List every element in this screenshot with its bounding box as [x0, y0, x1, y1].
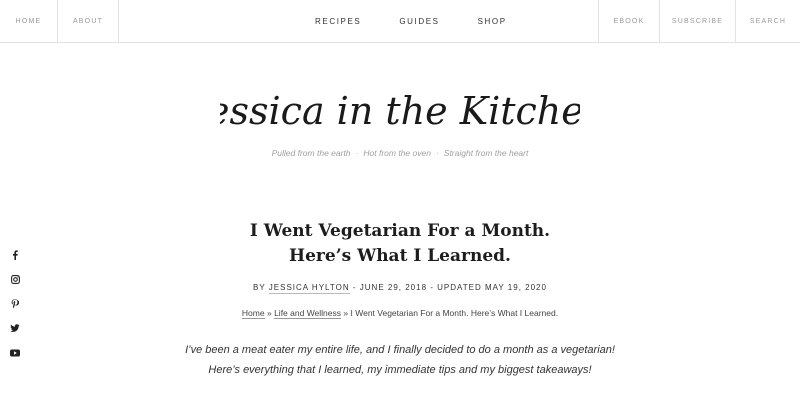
nav-home-link[interactable]: Home [0, 0, 58, 42]
intro-line-2: Here’s everything that I learned, my imm… [208, 364, 592, 376]
youtube-icon[interactable] [8, 346, 22, 360]
facebook-icon[interactable] [8, 248, 22, 262]
instagram-icon[interactable] [8, 273, 22, 287]
nav-guides-link[interactable]: Guides [399, 17, 439, 26]
post-title-line-2: Here’s What I Learned. [289, 246, 511, 266]
post-byline: By Jessica Hylton - June 29, 2018 - Upda… [0, 283, 800, 294]
logo-wordmark: Jessica in the Kitchen [220, 89, 580, 133]
post-intro: I’ve been a meat eater my entire life, a… [0, 340, 800, 380]
breadcrumb: Home » Life and Wellness » I Went Vegeta… [0, 308, 800, 319]
tagline-part-1: Pulled from the earth [271, 148, 351, 158]
top-navigation-bar: Home About Recipes Guides Shop eBook Sub… [0, 0, 800, 43]
breadcrumb-current: I Went Vegetarian For a Month. Here’s Wh… [350, 308, 559, 318]
nav-shop-link[interactable]: Shop [478, 17, 507, 26]
nav-subscribe-link[interactable]: Subscribe [659, 0, 735, 42]
breadcrumb-category-link[interactable]: Life and Wellness [274, 308, 342, 319]
twitter-icon[interactable] [8, 322, 22, 336]
tagline-part-3: Straight from the heart [443, 148, 529, 158]
tagline-part-2: Hot from the oven [363, 148, 431, 158]
main-menu: Recipes Guides Shop [296, 0, 526, 42]
logo-text: Jessica in the Kitchen [220, 89, 580, 133]
nav-about-link[interactable]: About [58, 0, 119, 42]
breadcrumb-home-link[interactable]: Home [241, 308, 265, 319]
nav-search-link[interactable]: Search [735, 0, 800, 42]
intro-line-1: I’ve been a meat eater my entire life, a… [185, 344, 615, 356]
social-share-bar [8, 248, 22, 371]
author-link[interactable]: Jessica Hylton [268, 283, 350, 294]
site-tagline: Pulled from the earth · Hot from the oven ·… [0, 148, 800, 158]
nav-ebook-link[interactable]: eBook [598, 0, 659, 42]
post-title-line-1: I Went Vegetarian For a Month. [249, 221, 551, 241]
post-dates: - June 29, 2018 - Updated May 19, 2020 [352, 283, 547, 292]
breadcrumb-separator: » [343, 308, 349, 318]
byline-prefix: By [253, 283, 266, 292]
tagline-separator: · [435, 148, 439, 158]
pinterest-icon[interactable] [8, 297, 22, 311]
post-title: I Went Vegetarian For a Month. Here’s Wh… [0, 219, 800, 269]
breadcrumb-separator: » [266, 308, 272, 318]
tagline-separator: · [355, 148, 359, 158]
nav-recipes-link[interactable]: Recipes [315, 17, 361, 26]
site-logo[interactable]: Jessica in the Kitchen [0, 82, 800, 142]
